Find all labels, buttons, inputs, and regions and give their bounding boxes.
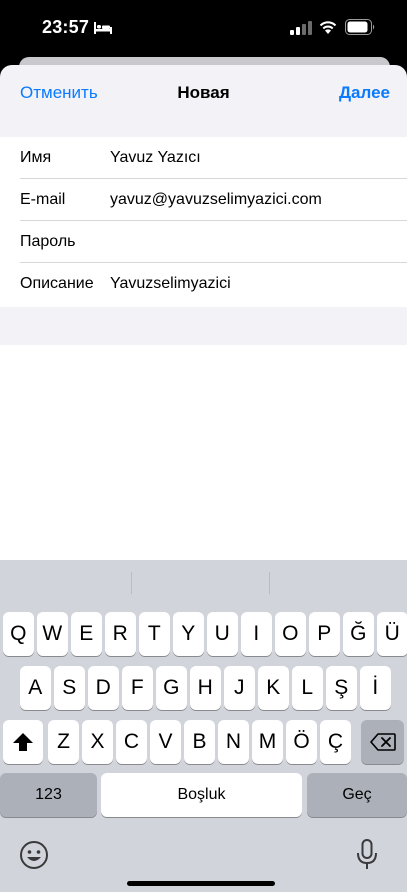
description-field[interactable]: Yavuzselimyazici (110, 275, 231, 293)
keyboard: QWERTYUIOPĞÜ ASDFGHJKLŞİ ZXCVBNMÖÇ 123 Boş… (0, 560, 407, 892)
account-form: Имя Yavuz Yazıcı E-mail yavuz@yavuzselim… (0, 137, 407, 307)
key-ğ[interactable]: Ğ (343, 612, 374, 656)
key-e[interactable]: E (71, 612, 102, 656)
key-s[interactable]: S (54, 666, 85, 710)
go-key[interactable]: Geç (307, 773, 407, 817)
space-key[interactable]: Boşluk (101, 773, 302, 817)
status-time: 23:57 (42, 17, 90, 37)
key-q[interactable]: Q (3, 612, 34, 656)
key-l[interactable]: L (292, 666, 323, 710)
numbers-key[interactable]: 123 (0, 773, 97, 817)
key-d[interactable]: D (88, 666, 119, 710)
wifi-icon (319, 21, 337, 34)
suggestion-divider (131, 572, 132, 594)
delete-key[interactable] (361, 720, 404, 764)
email-label: E-mail (20, 191, 66, 208)
key-z[interactable]: Z (48, 720, 79, 764)
battery-icon (345, 19, 375, 35)
description-row[interactable]: Описание Yavuzselimyazici (0, 263, 407, 305)
key-p[interactable]: P (309, 612, 340, 656)
key-y[interactable]: Y (173, 612, 204, 656)
key-i[interactable]: I (241, 612, 272, 656)
key-n[interactable]: N (218, 720, 249, 764)
key-t[interactable]: T (139, 612, 170, 656)
email-row[interactable]: E-mail yavuz@yavuzselimyazici.com (0, 179, 407, 221)
key-ü[interactable]: Ü (377, 612, 407, 656)
name-field[interactable]: Yavuz Yazıcı (110, 149, 201, 167)
key-x[interactable]: X (82, 720, 113, 764)
key-o[interactable]: O (275, 612, 306, 656)
navigation-bar: Отменить Новая Далее (0, 65, 407, 137)
status-bar: 23:57 (0, 0, 407, 56)
key-f[interactable]: F (122, 666, 153, 710)
key-h[interactable]: H (190, 666, 221, 710)
name-label: Имя (20, 149, 52, 166)
key-ş[interactable]: Ş (326, 666, 357, 710)
key-r[interactable]: R (105, 612, 136, 656)
key-i̇[interactable]: İ (360, 666, 391, 710)
bed-icon (94, 22, 112, 34)
key-k[interactable]: K (258, 666, 289, 710)
home-indicator (127, 881, 275, 886)
key-v[interactable]: V (150, 720, 181, 764)
name-row[interactable]: Имя Yavuz Yazıcı (0, 137, 407, 179)
password-label: Пароль (20, 233, 76, 250)
password-row[interactable]: Пароль (0, 221, 407, 263)
cellular-signal-icon (290, 21, 312, 35)
key-m[interactable]: M (252, 720, 283, 764)
suggestion-divider (269, 572, 270, 594)
key-c[interactable]: C (116, 720, 147, 764)
key-w[interactable]: W (37, 612, 68, 656)
key-ç[interactable]: Ç (320, 720, 351, 764)
email-field[interactable]: yavuz@yavuzselimyazici.com (110, 191, 322, 209)
key-j[interactable]: J (224, 666, 255, 710)
key-ö[interactable]: Ö (286, 720, 317, 764)
shift-key[interactable] (3, 720, 43, 764)
key-u[interactable]: U (207, 612, 238, 656)
key-a[interactable]: A (20, 666, 51, 710)
key-g[interactable]: G (156, 666, 187, 710)
description-label: Описание (20, 275, 94, 292)
next-button[interactable]: Далее (339, 83, 390, 103)
content-area (0, 345, 407, 560)
shift-icon (13, 733, 33, 751)
delete-icon (369, 733, 396, 751)
key-b[interactable]: B (184, 720, 215, 764)
microphone-icon[interactable] (356, 839, 378, 871)
emoji-icon[interactable] (19, 840, 49, 870)
